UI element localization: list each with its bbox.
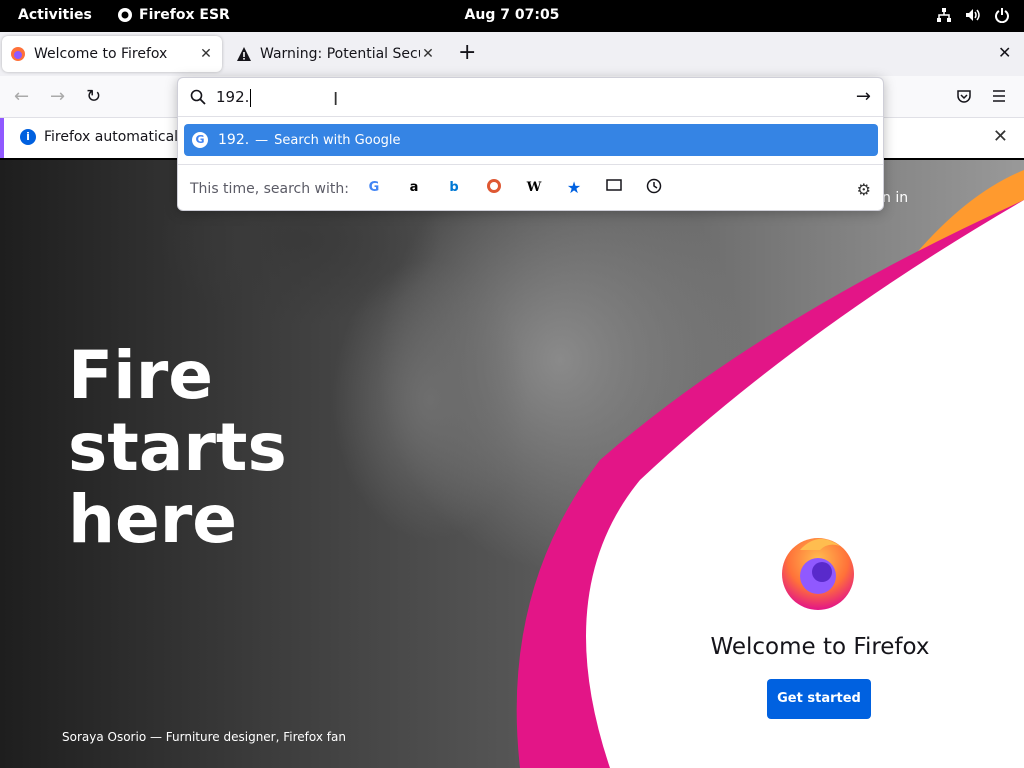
tab-welcome[interactable]: Welcome to Firefox ✕ [2,36,222,72]
reload-icon[interactable]: ↻ [86,86,101,107]
pocket-icon[interactable] [956,88,972,104]
search-settings-gear-icon[interactable]: ⚙ [857,180,871,199]
headline-line: here [68,481,238,558]
suggestion-separator: — [255,132,269,148]
tabs-icon[interactable] [604,178,624,198]
go-arrow-icon[interactable]: → [856,86,871,107]
suggestion-row[interactable]: G 192. — Search with Google [184,124,878,156]
tab-close-icon[interactable]: ✕ [198,46,214,62]
power-icon[interactable] [994,7,1010,23]
back-icon[interactable]: ← [14,86,29,107]
get-started-button[interactable]: Get started [767,679,871,719]
info-icon: i [20,129,36,145]
google-icon: G [192,132,208,148]
bookmarks-icon[interactable]: ★ [564,178,584,198]
divider [178,116,883,117]
firefox-logo-icon [782,538,854,610]
ibeam-cursor-icon: I [333,89,339,110]
firefox-icon [11,47,25,61]
url-input-value: 192. [216,88,250,106]
history-icon[interactable] [644,178,664,198]
hero-headline: Fire starts here [68,340,287,556]
new-tab-button[interactable]: + [458,42,476,64]
text-caret [250,88,252,107]
suggestion-query: 192. [218,132,250,148]
close-window-icon[interactable]: ✕ [998,43,1011,62]
notification-close-icon[interactable]: ✕ [993,126,1008,147]
welcome-title: Welcome to Firefox [710,634,930,660]
duckduckgo-icon[interactable] [484,178,504,198]
tab-label: Warning: Potential Securi [260,46,420,62]
tab-label: Welcome to Firefox [34,46,168,62]
warning-icon [237,47,251,61]
search-icon [190,89,206,105]
google-icon[interactable]: G [364,178,384,198]
bing-icon[interactable]: b [444,178,464,198]
urlbar-dropdown: 192. I → G 192. — Search with Google Thi… [177,77,884,211]
top-bar: Activities Firefox ESR Aug 7 07:05 [0,0,1024,32]
firefox-small-icon [118,8,132,22]
suggestion-action: Search with Google [274,132,401,148]
tab-close-icon[interactable]: ✕ [420,46,436,62]
amazon-icon[interactable]: a [404,178,424,198]
app-menu[interactable]: Firefox ESR [117,7,230,23]
tab-strip: Welcome to Firefox ✕ Warning: Potential … [0,32,1024,76]
menu-icon[interactable] [992,89,1006,103]
volume-icon[interactable] [964,7,982,23]
network-icon[interactable] [936,7,952,23]
clock[interactable]: Aug 7 07:05 [465,7,560,23]
divider [178,164,883,165]
headline-line: starts [68,409,287,486]
welcome-page: n in Fire starts here Soraya Osorio — Fu… [0,160,1024,768]
notification-text: Firefox automatically [44,129,191,145]
url-input[interactable]: 192. [216,88,252,107]
app-name: Firefox ESR [139,7,230,23]
sign-in-link[interactable]: n in [882,190,908,206]
activities-button[interactable]: Activities [18,7,92,23]
forward-icon[interactable]: → [50,86,65,107]
photo-caption: Soraya Osorio — Furniture designer, Fire… [62,730,346,744]
system-tray[interactable] [936,7,1010,23]
headline-line: Fire [68,337,214,414]
wikipedia-icon[interactable]: W [524,178,544,198]
tab-warning[interactable]: Warning: Potential Securi ✕ [228,36,444,72]
oneoff-label: This time, search with: [190,181,349,197]
